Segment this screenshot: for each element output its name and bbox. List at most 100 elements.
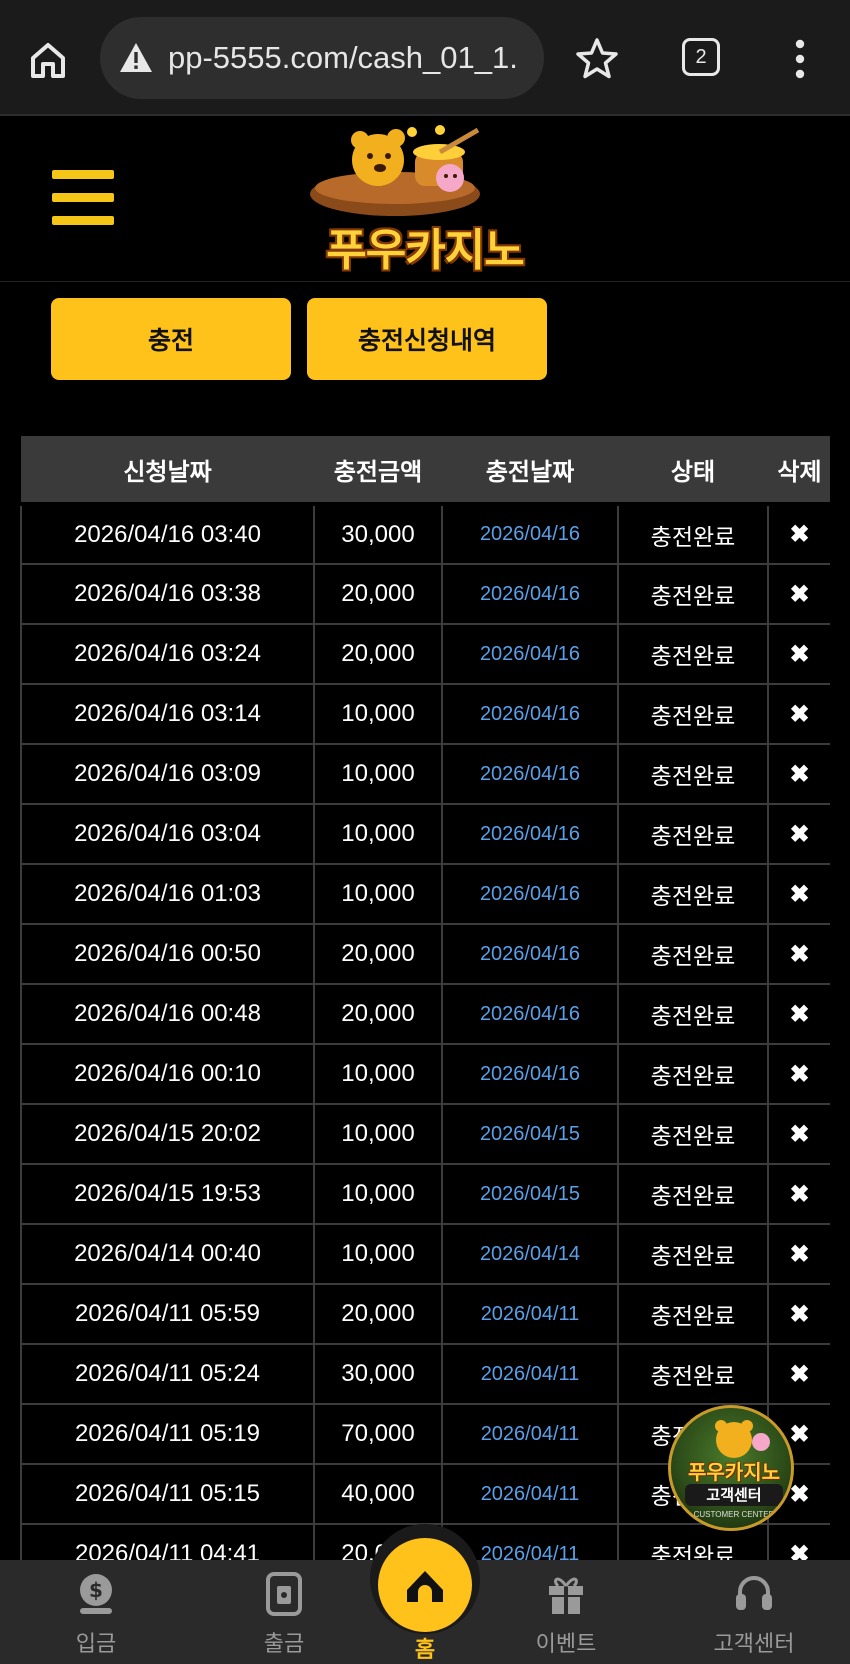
status-cell: 충전완료 bbox=[617, 863, 769, 925]
table-row: 2026/04/16 03:40 30,000 2026/04/16 충전완료 ✖ bbox=[20, 503, 830, 565]
amount-cell: 20,000 bbox=[313, 1283, 443, 1345]
delete-row-button[interactable]: ✖ bbox=[767, 863, 830, 925]
delete-row-button[interactable]: ✖ bbox=[767, 1103, 830, 1165]
delete-row-button[interactable]: ✖ bbox=[767, 563, 830, 625]
header-request-date: 신청날짜 bbox=[21, 436, 314, 506]
delete-row-button[interactable]: ✖ bbox=[767, 1043, 830, 1105]
table-row: 2026/04/16 01:03 10,000 2026/04/16 충전완료 ✖ bbox=[20, 863, 830, 925]
status-cell: 충전완료 bbox=[617, 983, 769, 1045]
customer-center-floating-badge[interactable]: 푸우카지노 고객센터 CUSTOMER CENTER bbox=[668, 1405, 794, 1531]
status-cell: 충전완료 bbox=[617, 923, 769, 985]
url-bar[interactable]: pp-5555.com/cash_01_1. bbox=[100, 17, 544, 99]
status-cell: 충전완료 bbox=[617, 1103, 769, 1165]
site-header: 푸우카지노 bbox=[0, 116, 850, 282]
delete-row-button[interactable]: ✖ bbox=[767, 1343, 830, 1405]
logo-mascot-icon bbox=[310, 125, 480, 216]
charge-date-cell: 2026/04/16 bbox=[441, 563, 619, 625]
nav-support-label: 고객센터 bbox=[713, 1632, 795, 1657]
delete-row-button[interactable]: ✖ bbox=[767, 503, 830, 565]
amount-cell: 40,000 bbox=[313, 1463, 443, 1525]
nav-support[interactable]: 고객센터 bbox=[684, 1560, 824, 1664]
amount-cell: 10,000 bbox=[313, 803, 443, 865]
status-cell: 충전완료 bbox=[617, 623, 769, 685]
charge-date-cell: 2026/04/16 bbox=[441, 743, 619, 805]
warning-icon bbox=[120, 43, 152, 72]
charge-date-cell: 2026/04/15 bbox=[441, 1163, 619, 1225]
headset-icon bbox=[736, 1576, 772, 1610]
request-date-cell: 2026/04/16 03:04 bbox=[20, 803, 315, 865]
request-date-cell: 2026/04/16 03:14 bbox=[20, 683, 315, 745]
charge-date-cell: 2026/04/14 bbox=[441, 1223, 619, 1285]
request-date-cell: 2026/04/16 01:03 bbox=[20, 863, 315, 925]
charge-date-cell: 2026/04/16 bbox=[441, 863, 619, 925]
header-status: 상태 bbox=[618, 436, 768, 506]
amount-cell: 10,000 bbox=[313, 1043, 443, 1105]
amount-cell: 10,000 bbox=[313, 1223, 443, 1285]
browser-menu-icon[interactable] bbox=[786, 38, 814, 80]
amount-cell: 20,000 bbox=[313, 983, 443, 1045]
hamburger-menu-icon[interactable] bbox=[52, 170, 114, 226]
amount-cell: 10,000 bbox=[313, 683, 443, 745]
delete-row-button[interactable]: ✖ bbox=[767, 803, 830, 865]
table-row: 2026/04/16 00:10 10,000 2026/04/16 충전완료 ✖ bbox=[20, 1043, 830, 1105]
home-button[interactable] bbox=[378, 1538, 472, 1632]
charge-date-cell: 2026/04/16 bbox=[441, 983, 619, 1045]
delete-row-button[interactable]: ✖ bbox=[767, 1283, 830, 1345]
charge-date-cell: 2026/04/11 bbox=[441, 1343, 619, 1405]
status-cell: 충전완료 bbox=[617, 1043, 769, 1105]
table-row: 2026/04/16 03:09 10,000 2026/04/16 충전완료 ✖ bbox=[20, 743, 830, 805]
delete-row-button[interactable]: ✖ bbox=[767, 1523, 830, 1561]
table-row: 2026/04/15 19:53 10,000 2026/04/15 충전완료 ✖ bbox=[20, 1163, 830, 1225]
delete-row-button[interactable]: ✖ bbox=[767, 743, 830, 805]
amount-cell: 20,000 bbox=[313, 623, 443, 685]
delete-row-button[interactable]: ✖ bbox=[767, 983, 830, 1045]
request-date-cell: 2026/04/16 03:40 bbox=[20, 503, 315, 565]
status-cell: 충전완료 bbox=[617, 1523, 769, 1561]
table-row: 2026/04/16 03:38 20,000 2026/04/16 충전완료 ✖ bbox=[20, 563, 830, 625]
status-cell: 충전완료 bbox=[617, 503, 769, 565]
table-row: 2026/04/16 00:48 20,000 2026/04/16 충전완료 ✖ bbox=[20, 983, 830, 1045]
tab-charge-button[interactable]: 충전 bbox=[51, 298, 291, 380]
table-row: 2026/04/14 00:40 10,000 2026/04/14 충전완료 ✖ bbox=[20, 1223, 830, 1285]
atm-icon bbox=[266, 1572, 302, 1616]
table-row: 2026/04/11 05:59 20,000 2026/04/11 충전완료 ✖ bbox=[20, 1283, 830, 1345]
delete-row-button[interactable]: ✖ bbox=[767, 923, 830, 985]
request-date-cell: 2026/04/11 05:19 bbox=[20, 1403, 315, 1465]
nav-withdraw-label: 출금 bbox=[263, 1632, 305, 1657]
nav-deposit[interactable]: $ 입금 bbox=[26, 1560, 166, 1664]
nav-event[interactable]: 이벤트 bbox=[496, 1560, 636, 1664]
header-amount: 충전금액 bbox=[314, 436, 442, 506]
delete-row-button[interactable]: ✖ bbox=[767, 683, 830, 745]
charge-date-cell: 2026/04/16 bbox=[441, 1043, 619, 1105]
request-date-cell: 2026/04/16 03:38 bbox=[20, 563, 315, 625]
nav-event-label: 이벤트 bbox=[535, 1632, 597, 1657]
header-charge-date: 충전날짜 bbox=[442, 436, 618, 506]
badge-english-label: CUSTOMER CENTER bbox=[693, 1510, 775, 1519]
badge-subtitle: 고객센터 bbox=[685, 1484, 783, 1506]
status-cell: 충전완료 bbox=[617, 683, 769, 745]
delete-row-button[interactable]: ✖ bbox=[767, 1223, 830, 1285]
tab-switcher-button[interactable]: 2 bbox=[682, 38, 720, 76]
charge-date-cell: 2026/04/16 bbox=[441, 683, 619, 745]
request-date-cell: 2026/04/11 05:59 bbox=[20, 1283, 315, 1345]
bookmark-star-icon[interactable] bbox=[574, 36, 620, 82]
site-logo[interactable]: 푸우카지노 bbox=[300, 122, 550, 276]
amount-cell: 10,000 bbox=[313, 863, 443, 925]
request-date-cell: 2026/04/16 00:50 bbox=[20, 923, 315, 985]
nav-home[interactable]: 홈 bbox=[378, 1538, 472, 1663]
request-date-cell: 2026/04/16 03:24 bbox=[20, 623, 315, 685]
gift-icon bbox=[549, 1577, 583, 1614]
request-date-cell: 2026/04/16 03:09 bbox=[20, 743, 315, 805]
browser-home-icon[interactable] bbox=[26, 38, 70, 82]
url-text: pp-5555.com/cash_01_1. bbox=[168, 40, 518, 75]
request-date-cell: 2026/04/14 00:40 bbox=[20, 1223, 315, 1285]
home-icon bbox=[407, 1571, 443, 1602]
delete-row-button[interactable]: ✖ bbox=[767, 1163, 830, 1225]
delete-row-button[interactable]: ✖ bbox=[767, 623, 830, 685]
header-delete: 삭제 bbox=[768, 436, 830, 506]
nav-deposit-label: 입금 bbox=[75, 1632, 117, 1657]
tab-charge-history-button[interactable]: 충전신청내역 bbox=[307, 298, 547, 380]
nav-withdraw[interactable]: 출금 bbox=[214, 1560, 354, 1664]
amount-cell: 20,000 bbox=[313, 923, 443, 985]
amount-cell: 30,000 bbox=[313, 503, 443, 565]
